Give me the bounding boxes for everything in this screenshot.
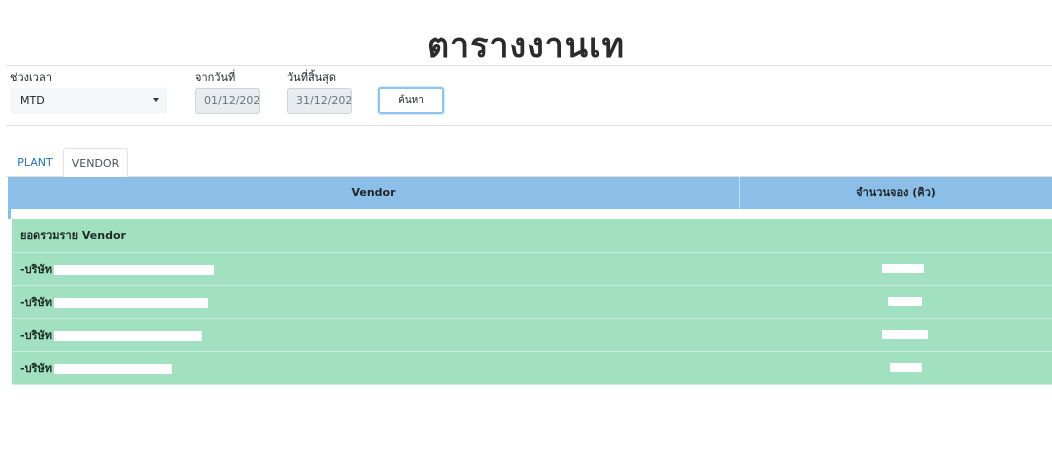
table-spacer — [8, 209, 1052, 219]
redacted-count — [882, 264, 924, 273]
vendor-prefix: -บริษัท — [20, 362, 52, 375]
redacted-count — [890, 363, 922, 372]
caret-down-icon — [153, 98, 159, 102]
period-select[interactable]: MTD — [10, 88, 167, 114]
vendor-name: -บริษัท — [20, 319, 202, 352]
vendor-name: -บริษัท — [20, 352, 172, 385]
vendor-name: -บริษัท — [20, 286, 208, 319]
table-row-total: ยอดรวมราย Vendor — [12, 219, 1052, 253]
redacted-vendor-name — [53, 364, 172, 374]
table-body: ยอดรวมราย Vendor -บริษัท -บริษัท -บริษัท… — [12, 219, 1052, 385]
tab-plant[interactable]: PLANT — [8, 148, 62, 177]
redacted-vendor-name — [53, 298, 208, 308]
period-select-value: MTD — [20, 94, 45, 107]
total-row-label: ยอดรวมราย Vendor — [20, 229, 126, 242]
column-header-booking-count[interactable]: จำนวนจอง (คิว) — [740, 177, 1052, 209]
vendor-prefix: -บริษัท — [20, 329, 52, 342]
search-button[interactable]: ค้นหา — [378, 87, 444, 114]
vendor-prefix: -บริษัท — [20, 263, 52, 276]
redacted-count — [888, 297, 922, 306]
divider-filters — [6, 125, 1052, 126]
to-date-label: วันที่สิ้นสุด — [287, 71, 337, 84]
page-title: ตารางงานเท — [426, 26, 626, 66]
tab-vendor[interactable]: VENDOR — [63, 148, 128, 178]
table-header: Vendor จำนวนจอง (คิว) — [8, 177, 1052, 209]
table-row: -บริษัท — [12, 286, 1052, 319]
redacted-vendor-name — [53, 265, 214, 275]
redacted-vendor-name — [53, 331, 202, 341]
column-header-vendor[interactable]: Vendor — [8, 177, 740, 209]
table-row: -บริษัท — [12, 352, 1052, 385]
divider-top — [6, 65, 1052, 66]
redacted-count — [882, 330, 928, 339]
vendor-name: -บริษัท — [20, 253, 214, 286]
period-label: ช่วงเวลา — [10, 71, 52, 84]
from-date-label: จากวันที่ — [195, 71, 236, 84]
table-row: -บริษัท — [12, 253, 1052, 286]
vendor-prefix: -บริษัท — [20, 296, 52, 309]
table-row: -บริษัท — [12, 319, 1052, 352]
from-date-input[interactable]: 01/12/202 — [195, 88, 260, 114]
to-date-input[interactable]: 31/12/202 — [287, 88, 352, 114]
